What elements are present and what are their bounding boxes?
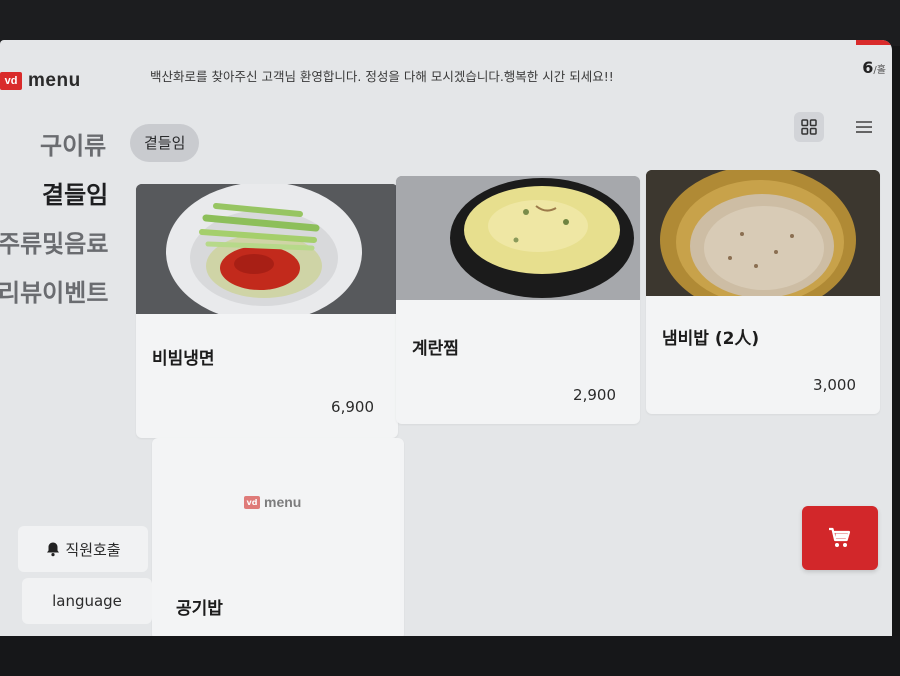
language-button[interactable]: language xyxy=(22,578,152,624)
food-photo-steamed-egg xyxy=(396,176,640,300)
logo-text: menu xyxy=(28,70,81,91)
item-name: 비빔냉면 xyxy=(152,349,215,369)
staff-call-button[interactable]: 직원호출 xyxy=(18,526,148,572)
list-view-button[interactable] xyxy=(852,115,876,139)
food-photo-pot-rice xyxy=(646,170,880,296)
kiosk-screen: vd menu 백산화로를 찾아주신 고객님 환영합니다. 정성을 다해 모시겠… xyxy=(0,40,892,640)
grid-view-icon xyxy=(801,119,817,135)
bell-icon xyxy=(47,542,60,557)
menu-card-bibim-naengmyeon[interactable]: 비빔냉면 6,900 xyxy=(136,184,398,438)
accent-strip xyxy=(856,40,892,45)
item-price: 2,900 xyxy=(573,386,616,404)
device-bezel-bottom xyxy=(0,636,900,676)
menu-card-pot-rice[interactable]: 냄비밥 (2人) 3,000 xyxy=(646,170,880,414)
app-logo: vd menu xyxy=(0,70,81,92)
grid-view-button[interactable] xyxy=(794,112,824,142)
menu-card-steamed-egg[interactable]: 계란찜 2,900 xyxy=(396,176,640,424)
menu-card-steamed-rice[interactable]: vd menu 공기밥 xyxy=(152,438,404,640)
placeholder-logo-text: menu xyxy=(264,494,302,510)
placeholder-logo-badge: vd xyxy=(244,495,260,509)
category-review-event[interactable]: 리뷰이벤트 xyxy=(0,273,108,308)
item-name: 냄비밥 (2人) xyxy=(662,329,760,349)
food-photo-bibim-naengmyeon xyxy=(136,184,398,314)
item-name: 공기밥 xyxy=(176,599,223,619)
placeholder-logo: vd menu xyxy=(244,494,301,510)
welcome-message: 백산화로를 찾아주신 고객님 환영합니다. 정성을 다해 모시겠습니다.행복한 … xyxy=(150,69,614,84)
staff-call-label: 직원호출 xyxy=(65,540,121,559)
cart-icon xyxy=(829,527,851,547)
category-sides[interactable]: 곁들임 xyxy=(42,175,108,210)
logo-badge: vd xyxy=(0,72,22,90)
item-price: 3,000 xyxy=(813,376,856,394)
category-grill[interactable]: 구이류 xyxy=(40,126,106,161)
category-drinks[interactable]: 주류및음료 xyxy=(0,224,108,259)
cart-button[interactable] xyxy=(802,506,878,570)
list-view-icon xyxy=(856,121,872,133)
subcategory-chip[interactable]: 곁들임 xyxy=(130,124,200,162)
item-price: 6,900 xyxy=(331,398,374,416)
item-name: 계란찜 xyxy=(412,339,459,359)
table-unit: /홀 xyxy=(873,65,886,76)
table-number-value: 6 xyxy=(862,58,874,77)
table-number: 6/홀 xyxy=(862,58,886,77)
language-label: language xyxy=(52,592,122,610)
